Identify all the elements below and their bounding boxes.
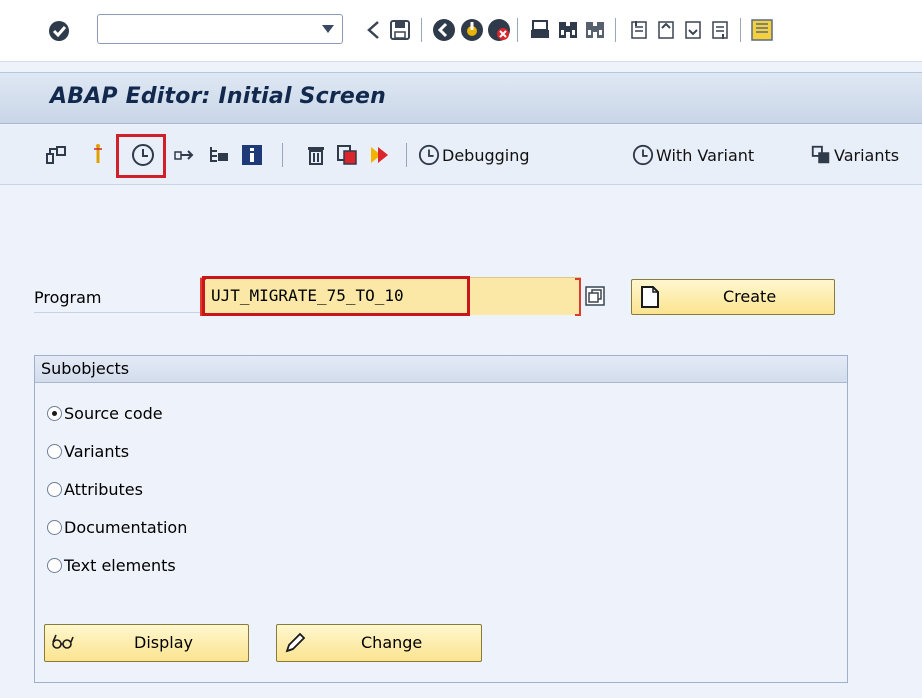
command-input[interactable]	[102, 16, 312, 42]
back-green-icon[interactable]	[432, 18, 456, 42]
command-field[interactable]	[97, 14, 343, 44]
value-help-icon[interactable]	[585, 286, 605, 310]
create-label: Create	[723, 287, 777, 306]
radio-button[interactable]	[47, 557, 62, 573]
cancel-icon[interactable]	[487, 18, 511, 42]
radio-text-elements[interactable]: Text elements	[47, 552, 176, 578]
required-bracket-right	[575, 278, 581, 316]
toolbar-separator	[421, 18, 422, 42]
find-next-icon[interactable]	[583, 18, 607, 42]
change-button[interactable]: Change	[276, 624, 482, 662]
create-button[interactable]: Create	[631, 279, 835, 315]
radio-label: Documentation	[64, 517, 188, 537]
page-title: ABAP Editor: Initial Screen	[50, 84, 386, 109]
exit-icon[interactable]	[460, 18, 484, 42]
delete-icon[interactable]	[304, 143, 328, 167]
with-variant-label: With Variant	[656, 145, 755, 165]
variants-button[interactable]: Variants	[810, 139, 899, 171]
toolbar-separator	[615, 18, 616, 42]
toolbar-separator	[740, 18, 741, 42]
radio-button[interactable]	[47, 519, 62, 535]
debugging-button[interactable]: Debugging	[418, 139, 530, 171]
execute-highlight	[116, 134, 166, 178]
last-page-icon[interactable]	[709, 18, 733, 42]
title-bar: ABAP Editor: Initial Screen	[0, 72, 922, 124]
chevron-down-icon[interactable]	[322, 25, 334, 33]
toolbar-separator	[282, 143, 283, 167]
print-icon[interactable]	[528, 18, 552, 42]
pencil-icon	[283, 632, 307, 658]
debugging-label: Debugging	[442, 145, 530, 165]
program-input[interactable]: UJT_MIGRATE_75_TO_10	[202, 276, 470, 316]
radio-button[interactable]	[47, 405, 62, 421]
radio-label: Variants	[64, 441, 130, 461]
variants-icon	[811, 145, 830, 164]
display-button[interactable]: Display	[44, 624, 249, 662]
toolbar-separator	[406, 143, 407, 167]
rename-icon[interactable]	[368, 143, 392, 167]
previous-page-icon[interactable]	[655, 18, 679, 42]
save-icon[interactable]	[388, 18, 412, 42]
first-page-icon[interactable]	[628, 18, 652, 42]
radio-source-code[interactable]: Source code	[47, 400, 163, 426]
with-variant-button[interactable]: With Variant	[632, 139, 754, 171]
back-icon[interactable]	[362, 18, 386, 42]
program-label: Program	[34, 288, 102, 307]
object-list-icon[interactable]	[207, 143, 231, 167]
other-object-icon[interactable]	[44, 143, 68, 167]
radio-documentation[interactable]: Documentation	[47, 514, 187, 540]
system-toolbar	[0, 0, 922, 62]
with-variant-icon	[632, 144, 654, 166]
copy-icon[interactable]	[335, 143, 359, 167]
next-page-icon[interactable]	[682, 18, 706, 42]
radio-button[interactable]	[47, 443, 62, 459]
radio-label: Source code	[64, 403, 163, 423]
radio-button[interactable]	[47, 481, 62, 497]
create-session-icon[interactable]	[750, 18, 774, 42]
radio-label: Text elements	[64, 555, 176, 575]
new-document-icon	[640, 286, 660, 312]
info-icon[interactable]	[240, 143, 264, 167]
glasses-icon	[51, 632, 75, 656]
radio-variants[interactable]: Variants	[47, 438, 129, 464]
debugging-icon	[418, 144, 440, 166]
find-icon[interactable]	[556, 18, 580, 42]
display-label: Display	[134, 633, 193, 652]
radio-label: Attributes	[64, 479, 143, 499]
enter-icon[interactable]	[48, 20, 70, 46]
change-label: Change	[361, 633, 423, 652]
program-label-underline	[34, 312, 200, 313]
radio-attributes[interactable]: Attributes	[47, 476, 143, 502]
variants-label: Variants	[834, 145, 900, 165]
where-used-icon[interactable]	[172, 143, 196, 167]
check-icon[interactable]	[88, 143, 112, 167]
toolbar-separator	[517, 18, 518, 42]
subobjects-title: Subobjects	[35, 356, 847, 383]
